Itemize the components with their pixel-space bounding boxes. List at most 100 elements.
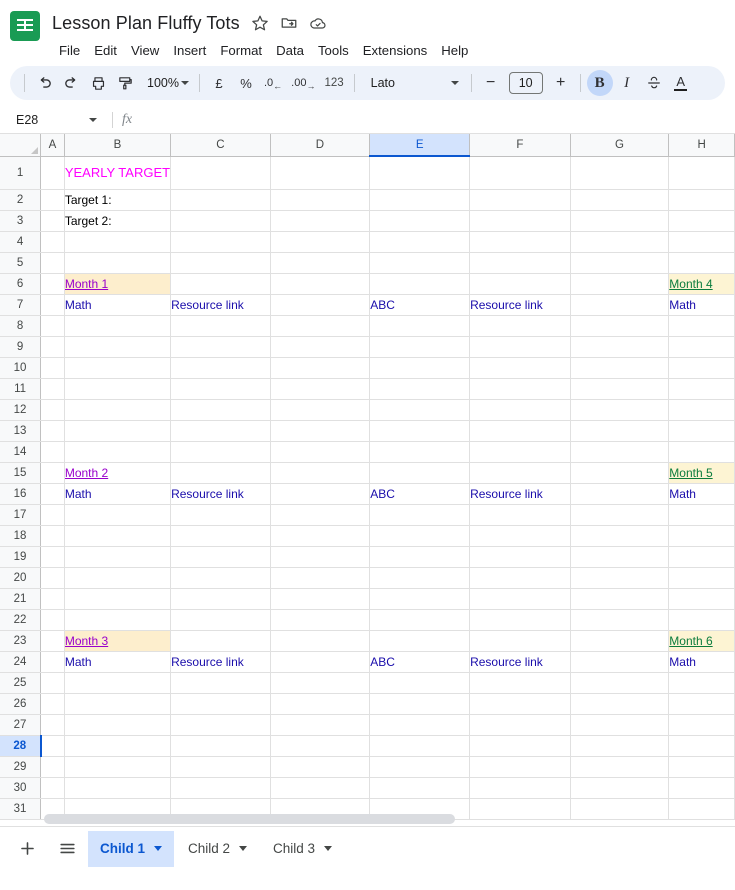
undo-button[interactable] (31, 70, 57, 96)
row-header-5[interactable]: 5 (0, 252, 42, 274)
cell-B5[interactable] (64, 252, 172, 274)
cell-D25[interactable] (270, 672, 371, 694)
cell-C1[interactable] (170, 156, 271, 190)
cell-F11[interactable] (469, 378, 571, 400)
cell-E23[interactable] (369, 630, 471, 652)
cell-G15[interactable] (570, 462, 670, 484)
cell-F27[interactable] (469, 714, 571, 736)
cell-D17[interactable] (270, 504, 371, 526)
row-header-26[interactable]: 26 (0, 693, 42, 715)
cell-D15[interactable] (270, 462, 371, 484)
cell-E9[interactable] (369, 336, 471, 358)
cell-G8[interactable] (570, 315, 670, 337)
redo-button[interactable] (58, 70, 84, 96)
menu-tools[interactable]: Tools (311, 40, 356, 61)
cell-B3[interactable]: Target 2: (64, 210, 172, 232)
cell-A11[interactable] (40, 378, 65, 400)
cell-F28[interactable] (469, 735, 571, 757)
cell-C14[interactable] (170, 441, 271, 463)
cell-F25[interactable] (469, 672, 571, 694)
cell-C15[interactable] (170, 462, 271, 484)
cell-B12[interactable] (64, 399, 172, 421)
cell-D12[interactable] (270, 399, 371, 421)
cell-E25[interactable] (369, 672, 471, 694)
cell-D21[interactable] (270, 588, 371, 610)
row-header-17[interactable]: 17 (0, 504, 42, 526)
cell-H30[interactable] (668, 777, 735, 799)
cell-A14[interactable] (40, 441, 65, 463)
cell-A25[interactable] (40, 672, 65, 694)
cell-C28[interactable] (170, 735, 271, 757)
cell-F10[interactable] (469, 357, 571, 379)
row-header-19[interactable]: 19 (0, 546, 42, 568)
cell-G16[interactable] (570, 483, 670, 505)
cell-G18[interactable] (570, 525, 670, 547)
cell-A3[interactable] (40, 210, 65, 232)
cell-A2[interactable] (40, 189, 65, 211)
font-size-increase-button[interactable]: + (548, 70, 574, 96)
cell-A7[interactable] (40, 294, 65, 316)
row-header-1[interactable]: 1 (0, 156, 42, 190)
column-header-e[interactable]: E (369, 134, 471, 157)
print-icon[interactable] (85, 70, 111, 96)
name-box[interactable]: E28 (8, 109, 103, 131)
cell-H13[interactable] (668, 420, 735, 442)
cell-F21[interactable] (469, 588, 571, 610)
cell-E16[interactable]: ABC (369, 483, 471, 505)
cell-E1[interactable] (369, 156, 471, 190)
cell-F7[interactable]: Resource link (469, 294, 571, 316)
cell-D10[interactable] (270, 357, 371, 379)
cell-A15[interactable] (40, 462, 65, 484)
cell-G27[interactable] (570, 714, 670, 736)
menu-data[interactable]: Data (269, 40, 311, 61)
cell-G24[interactable] (570, 651, 670, 673)
cell-G2[interactable] (570, 189, 670, 211)
cell-C13[interactable] (170, 420, 271, 442)
decrease-decimal-button[interactable]: .0 ← (260, 70, 286, 96)
cell-B13[interactable] (64, 420, 172, 442)
cell-C23[interactable] (170, 630, 271, 652)
cell-H4[interactable] (668, 231, 735, 253)
cell-B25[interactable] (64, 672, 172, 694)
row-header-15[interactable]: 15 (0, 462, 42, 484)
cell-E17[interactable] (369, 504, 471, 526)
star-icon[interactable] (251, 14, 269, 32)
cell-E28[interactable] (369, 735, 471, 757)
cell-A1[interactable] (40, 156, 65, 190)
cell-G5[interactable] (570, 252, 670, 274)
cell-D26[interactable] (270, 693, 371, 715)
cell-D11[interactable] (270, 378, 371, 400)
increase-decimal-button[interactable]: .00 → (287, 70, 319, 96)
cell-D19[interactable] (270, 546, 371, 568)
cell-C19[interactable] (170, 546, 271, 568)
row-header-22[interactable]: 22 (0, 609, 42, 631)
sheets-logo-icon[interactable] (10, 11, 40, 41)
menu-file[interactable]: File (52, 40, 87, 61)
cell-D29[interactable] (270, 756, 371, 778)
column-header-g[interactable]: G (570, 134, 670, 157)
cell-A10[interactable] (40, 357, 65, 379)
cell-C3[interactable] (170, 210, 271, 232)
cell-F23[interactable] (469, 630, 571, 652)
text-color-button[interactable]: A (668, 70, 694, 96)
cell-G23[interactable] (570, 630, 670, 652)
cell-A21[interactable] (40, 588, 65, 610)
function-icon[interactable]: fx (122, 112, 132, 128)
cell-B11[interactable] (64, 378, 172, 400)
cell-E24[interactable]: ABC (369, 651, 471, 673)
cell-G13[interactable] (570, 420, 670, 442)
cell-D2[interactable] (270, 189, 371, 211)
cell-B2[interactable]: Target 1: (64, 189, 172, 211)
more-formats-button[interactable]: 123 (320, 70, 347, 96)
cell-C26[interactable] (170, 693, 271, 715)
cell-H16[interactable]: Math (668, 483, 735, 505)
cell-E20[interactable] (369, 567, 471, 589)
row-header-16[interactable]: 16 (0, 483, 42, 505)
cell-C11[interactable] (170, 378, 271, 400)
cell-G22[interactable] (570, 609, 670, 631)
cell-C2[interactable] (170, 189, 271, 211)
cell-E30[interactable] (369, 777, 471, 799)
cell-C7[interactable]: Resource link (170, 294, 271, 316)
cell-E15[interactable] (369, 462, 471, 484)
cell-D18[interactable] (270, 525, 371, 547)
